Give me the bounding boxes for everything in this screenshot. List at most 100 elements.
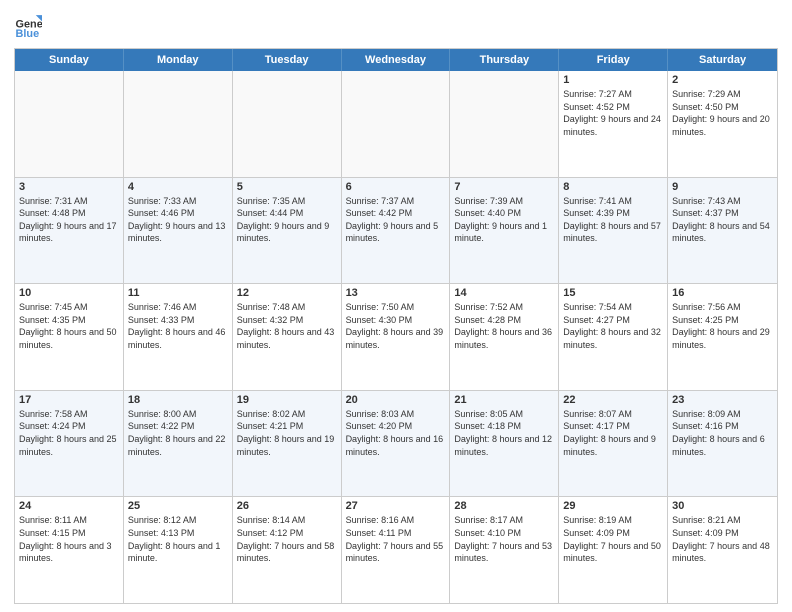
- day-info: Sunrise: 7:56 AM Sunset: 4:25 PM Dayligh…: [672, 301, 773, 351]
- calendar-cell: 18 Sunrise: 8:00 AM Sunset: 4:22 PM Dayli…: [124, 391, 233, 497]
- day-number: 8: [563, 181, 663, 193]
- logo: General Blue: [14, 12, 46, 40]
- day-info: Sunrise: 8:21 AM Sunset: 4:09 PM Dayligh…: [672, 514, 773, 564]
- day-info: Sunrise: 7:46 AM Sunset: 4:33 PM Dayligh…: [128, 301, 228, 351]
- day-info: Sunrise: 8:02 AM Sunset: 4:21 PM Dayligh…: [237, 408, 337, 458]
- calendar-body: 1 Sunrise: 7:27 AM Sunset: 4:52 PM Daylig…: [15, 71, 777, 603]
- day-number: 30: [672, 500, 773, 512]
- day-info: Sunrise: 7:50 AM Sunset: 4:30 PM Dayligh…: [346, 301, 446, 351]
- day-number: 4: [128, 181, 228, 193]
- day-number: 27: [346, 500, 446, 512]
- calendar-cell: [124, 71, 233, 177]
- day-info: Sunrise: 8:19 AM Sunset: 4:09 PM Dayligh…: [563, 514, 663, 564]
- day-number: 29: [563, 500, 663, 512]
- calendar-cell: 5Sunrise: 7:35 AM Sunset: 4:44 PM Daylig…: [233, 178, 342, 284]
- day-info: Sunrise: 8:05 AM Sunset: 4:18 PM Dayligh…: [454, 408, 554, 458]
- calendar-cell: 11 Sunrise: 7:46 AM Sunset: 4:33 PM Dayli…: [124, 284, 233, 390]
- day-number: 12: [237, 287, 337, 299]
- svg-text:Blue: Blue: [16, 28, 40, 40]
- day-info: Sunrise: 8:07 AM Sunset: 4:17 PM Dayligh…: [563, 408, 663, 458]
- calendar-cell: 16 Sunrise: 7:56 AM Sunset: 4:25 PM Dayli…: [668, 284, 777, 390]
- calendar-cell: 1 Sunrise: 7:27 AM Sunset: 4:52 PM Daylig…: [559, 71, 668, 177]
- day-number: 3: [19, 181, 119, 193]
- header-thursday: Thursday: [450, 49, 559, 71]
- calendar-row-5: 24 Sunrise: 8:11 AM Sunset: 4:15 PM Dayli…: [15, 497, 777, 603]
- day-info: Sunrise: 8:12 AM Sunset: 4:13 PM Dayligh…: [128, 514, 228, 564]
- day-number: 24: [19, 500, 119, 512]
- day-info: Sunrise: 7:58 AM Sunset: 4:24 PM Dayligh…: [19, 408, 119, 458]
- calendar-cell: 25Sunrise: 8:12 AM Sunset: 4:13 PM Dayli…: [124, 497, 233, 603]
- day-info: Sunrise: 8:14 AM Sunset: 4:12 PM Dayligh…: [237, 514, 337, 564]
- day-number: 22: [563, 394, 663, 406]
- day-number: 13: [346, 287, 446, 299]
- day-number: 15: [563, 287, 663, 299]
- header-sunday: Sunday: [15, 49, 124, 71]
- day-number: 26: [237, 500, 337, 512]
- day-number: 7: [454, 181, 554, 193]
- day-info: Sunrise: 8:11 AM Sunset: 4:15 PM Dayligh…: [19, 514, 119, 564]
- day-number: 10: [19, 287, 119, 299]
- calendar-cell: 14 Sunrise: 7:52 AM Sunset: 4:28 PM Dayli…: [450, 284, 559, 390]
- day-number: 16: [672, 287, 773, 299]
- day-info: Sunrise: 7:35 AM Sunset: 4:44 PM Dayligh…: [237, 195, 337, 245]
- day-number: 14: [454, 287, 554, 299]
- calendar-cell: 7 Sunrise: 7:39 AM Sunset: 4:40 PM Daylig…: [450, 178, 559, 284]
- day-number: 23: [672, 394, 773, 406]
- page: General Blue Sunday Monday Tuesday Wedne…: [0, 0, 792, 612]
- calendar-cell: [233, 71, 342, 177]
- day-number: 6: [346, 181, 446, 193]
- calendar-cell: 26 Sunrise: 8:14 AM Sunset: 4:12 PM Dayli…: [233, 497, 342, 603]
- calendar-cell: [450, 71, 559, 177]
- calendar-cell: 10 Sunrise: 7:45 AM Sunset: 4:35 PM Dayli…: [15, 284, 124, 390]
- calendar-cell: 20Sunrise: 8:03 AM Sunset: 4:20 PM Dayli…: [342, 391, 451, 497]
- day-info: Sunrise: 8:17 AM Sunset: 4:10 PM Dayligh…: [454, 514, 554, 564]
- day-info: Sunrise: 7:45 AM Sunset: 4:35 PM Dayligh…: [19, 301, 119, 351]
- calendar-cell: 4 Sunrise: 7:33 AM Sunset: 4:46 PM Daylig…: [124, 178, 233, 284]
- calendar-cell: 22 Sunrise: 8:07 AM Sunset: 4:17 PM Dayli…: [559, 391, 668, 497]
- header: General Blue: [14, 12, 778, 40]
- calendar-header: Sunday Monday Tuesday Wednesday Thursday…: [15, 49, 777, 71]
- day-info: Sunrise: 8:00 AM Sunset: 4:22 PM Dayligh…: [128, 408, 228, 458]
- day-info: Sunrise: 7:54 AM Sunset: 4:27 PM Dayligh…: [563, 301, 663, 351]
- calendar-cell: 23 Sunrise: 8:09 AM Sunset: 4:16 PM Dayli…: [668, 391, 777, 497]
- calendar-cell: 27 Sunrise: 8:16 AM Sunset: 4:11 PM Dayli…: [342, 497, 451, 603]
- calendar-cell: 13 Sunrise: 7:50 AM Sunset: 4:30 PM Dayli…: [342, 284, 451, 390]
- header-monday: Monday: [124, 49, 233, 71]
- calendar-cell: 19 Sunrise: 8:02 AM Sunset: 4:21 PM Dayli…: [233, 391, 342, 497]
- day-info: Sunrise: 7:43 AM Sunset: 4:37 PM Dayligh…: [672, 195, 773, 245]
- header-friday: Friday: [559, 49, 668, 71]
- header-wednesday: Wednesday: [342, 49, 451, 71]
- calendar-row-2: 3Sunrise: 7:31 AM Sunset: 4:48 PM Daylig…: [15, 178, 777, 285]
- day-info: Sunrise: 8:09 AM Sunset: 4:16 PM Dayligh…: [672, 408, 773, 458]
- calendar-cell: 15 Sunrise: 7:54 AM Sunset: 4:27 PM Dayli…: [559, 284, 668, 390]
- day-number: 20: [346, 394, 446, 406]
- calendar-cell: [15, 71, 124, 177]
- calendar-cell: 9 Sunrise: 7:43 AM Sunset: 4:37 PM Daylig…: [668, 178, 777, 284]
- day-info: Sunrise: 7:41 AM Sunset: 4:39 PM Dayligh…: [563, 195, 663, 245]
- day-info: Sunrise: 7:52 AM Sunset: 4:28 PM Dayligh…: [454, 301, 554, 351]
- calendar-cell: 3Sunrise: 7:31 AM Sunset: 4:48 PM Daylig…: [15, 178, 124, 284]
- calendar-row-3: 10 Sunrise: 7:45 AM Sunset: 4:35 PM Dayli…: [15, 284, 777, 391]
- day-info: Sunrise: 7:39 AM Sunset: 4:40 PM Dayligh…: [454, 195, 554, 245]
- day-number: 11: [128, 287, 228, 299]
- day-info: Sunrise: 7:33 AM Sunset: 4:46 PM Dayligh…: [128, 195, 228, 245]
- calendar-row-1: 1 Sunrise: 7:27 AM Sunset: 4:52 PM Daylig…: [15, 71, 777, 178]
- calendar-cell: 29 Sunrise: 8:19 AM Sunset: 4:09 PM Dayli…: [559, 497, 668, 603]
- day-number: 17: [19, 394, 119, 406]
- day-info: Sunrise: 7:29 AM Sunset: 4:50 PM Dayligh…: [672, 88, 773, 138]
- day-number: 19: [237, 394, 337, 406]
- calendar-cell: 24 Sunrise: 8:11 AM Sunset: 4:15 PM Dayli…: [15, 497, 124, 603]
- calendar-cell: [342, 71, 451, 177]
- calendar-cell: 21Sunrise: 8:05 AM Sunset: 4:18 PM Dayli…: [450, 391, 559, 497]
- day-number: 18: [128, 394, 228, 406]
- calendar-cell: 8 Sunrise: 7:41 AM Sunset: 4:39 PM Daylig…: [559, 178, 668, 284]
- day-number: 9: [672, 181, 773, 193]
- calendar-cell: 12Sunrise: 7:48 AM Sunset: 4:32 PM Dayli…: [233, 284, 342, 390]
- day-info: Sunrise: 8:16 AM Sunset: 4:11 PM Dayligh…: [346, 514, 446, 564]
- day-number: 2: [672, 74, 773, 86]
- day-number: 1: [563, 74, 663, 86]
- day-info: Sunrise: 7:27 AM Sunset: 4:52 PM Dayligh…: [563, 88, 663, 138]
- header-tuesday: Tuesday: [233, 49, 342, 71]
- calendar-cell: 6Sunrise: 7:37 AM Sunset: 4:42 PM Daylig…: [342, 178, 451, 284]
- logo-icon: General Blue: [14, 12, 42, 40]
